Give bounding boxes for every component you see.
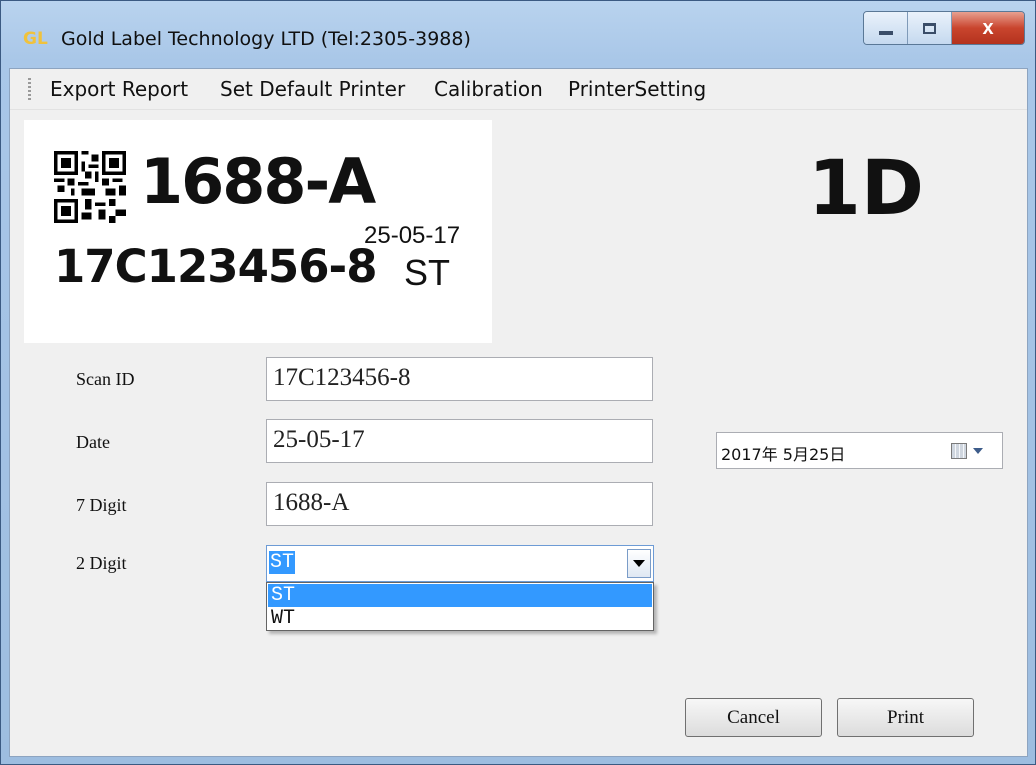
combo-dropdown-button[interactable]: [627, 549, 651, 578]
menu-export-report[interactable]: Export Report: [50, 77, 188, 101]
print-button[interactable]: Print: [837, 698, 974, 737]
menu-grip[interactable]: [28, 78, 31, 100]
two-digit-selected-value[interactable]: ST: [269, 551, 296, 574]
seven-digit-input[interactable]: 1688-A: [266, 482, 653, 526]
date-picker-value: 2017年 5月25日: [721, 445, 846, 464]
app-logo-icon: GL: [23, 29, 48, 49]
minimize-button[interactable]: [864, 12, 908, 44]
scan-id-label: Scan ID: [76, 369, 135, 389]
label-date: 25-05-17: [364, 222, 461, 249]
two-digit-label: 2 Digit: [76, 553, 127, 573]
date-label: Date: [76, 432, 110, 452]
menu-set-default-printer[interactable]: Set Default Printer: [220, 77, 405, 101]
window-controls: x: [863, 11, 1025, 45]
chevron-down-icon: [633, 560, 645, 567]
dropdown-option-st[interactable]: ST: [268, 584, 652, 607]
menu-calibration[interactable]: Calibration: [434, 77, 543, 101]
cancel-button[interactable]: Cancel: [685, 698, 822, 737]
qr-code-icon: [54, 151, 126, 223]
label-scan-id: 17C123456-8: [54, 240, 378, 293]
date-input[interactable]: 25-05-17: [266, 419, 653, 463]
menu-printer-setting[interactable]: PrinterSetting: [568, 77, 706, 101]
client-area: Export Report Set Default Printer Calibr…: [9, 68, 1028, 757]
app-window: GL Gold Label Technology LTD (Tel:2305-3…: [0, 0, 1036, 765]
window-title: Gold Label Technology LTD (Tel:2305-3988…: [61, 28, 471, 50]
close-icon: x: [982, 16, 994, 39]
two-digit-dropdown-list: ST WT: [266, 582, 654, 631]
seven-digit-label: 7 Digit: [76, 495, 127, 515]
dropdown-option-wt[interactable]: WT: [268, 607, 652, 630]
calendar-icon[interactable]: [951, 443, 967, 459]
label-2digit-code: ST: [404, 252, 451, 293]
two-digit-combobox[interactable]: ST: [266, 545, 654, 582]
minimize-icon: [878, 31, 893, 35]
close-button[interactable]: x: [952, 12, 1024, 44]
label-preview: 1688-A 25-05-17 17C123456-8 ST: [24, 120, 492, 343]
barcode-type-indicator: 1D: [808, 143, 924, 232]
maximize-icon: [923, 22, 936, 34]
calendar-dropdown-icon[interactable]: [973, 448, 983, 454]
maximize-button[interactable]: [908, 12, 952, 44]
menu-bar: Export Report Set Default Printer Calibr…: [10, 69, 1027, 110]
label-7digit-code: 1688-A: [140, 145, 376, 218]
title-bar[interactable]: GL Gold Label Technology LTD (Tel:2305-3…: [1, 1, 1035, 67]
date-picker[interactable]: 2017年 5月25日: [716, 432, 1003, 469]
scan-id-input[interactable]: 17C123456-8: [266, 357, 653, 401]
